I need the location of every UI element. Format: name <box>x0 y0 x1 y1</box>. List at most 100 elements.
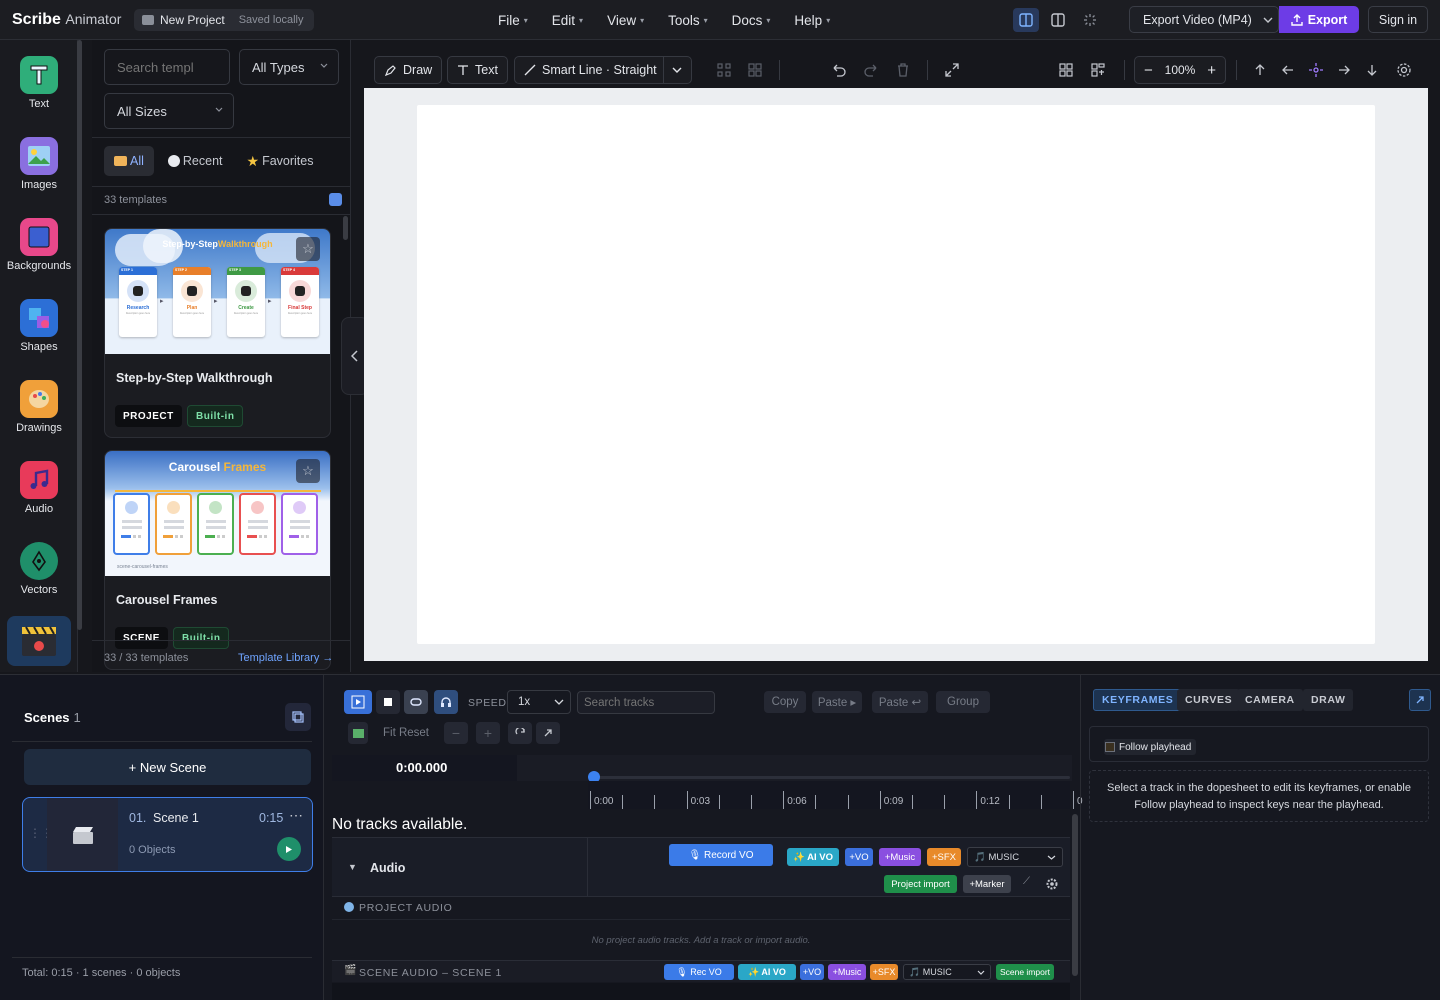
sign-in-button[interactable]: Sign in <box>1368 6 1428 33</box>
ai-vo-button[interactable]: ✨ AI VO <box>787 848 839 866</box>
speed-select[interactable]: 1x <box>507 690 571 714</box>
expand-timeline-button[interactable] <box>536 722 560 744</box>
layout-grid-icon[interactable] <box>1058 62 1074 78</box>
menu-view[interactable]: View ▾ <box>595 13 656 28</box>
rec-vo-button[interactable]: 🎙 Rec VO <box>664 964 734 980</box>
scene-music-select[interactable]: 🎵 MUSIC <box>903 964 991 980</box>
template-type-select[interactable]: All Types <box>239 49 339 85</box>
template-size-select[interactable]: All Sizes <box>104 93 234 129</box>
rail-item-scenes[interactable] <box>0 616 77 672</box>
group-button[interactable]: Group <box>936 691 990 713</box>
rail-item-audio[interactable]: Audio <box>0 461 77 515</box>
tab-all[interactable]: All <box>104 146 154 176</box>
rail-item-vectors[interactable]: Vectors <box>0 542 77 596</box>
text-tool-button[interactable]: Text <box>447 56 508 84</box>
arrow-right-icon[interactable] <box>1336 62 1352 78</box>
audio-monitor-button[interactable] <box>434 690 458 714</box>
paste-replace-button[interactable]: Paste ↩ <box>872 691 928 713</box>
menu-help[interactable]: Help ▾ <box>782 13 842 28</box>
follow-playhead-checkbox[interactable]: Follow playhead <box>1104 739 1197 755</box>
edit-icon[interactable]: ⟋ <box>1023 876 1030 887</box>
rail-item-images[interactable]: Images <box>0 137 77 191</box>
copy-button[interactable]: Copy <box>764 691 806 713</box>
zoom-in-button[interactable]: + <box>1207 62 1216 79</box>
tab-camera[interactable]: CAMERA <box>1237 689 1303 711</box>
stage-canvas[interactable] <box>417 105 1375 644</box>
duplicate-scene-button[interactable] <box>285 703 311 731</box>
add-marker-button[interactable]: +Marker <box>963 875 1011 893</box>
draw-tool-button[interactable]: Draw <box>374 56 443 84</box>
popout-button[interactable] <box>1409 689 1431 711</box>
scene-ai-vo-button[interactable]: ✨ AI VO <box>738 964 796 980</box>
scene-add-music-button[interactable]: +Music <box>828 964 866 980</box>
zoom-in-timeline-button[interactable]: + <box>476 722 500 744</box>
chevron-down-icon[interactable] <box>662 57 691 83</box>
undo-icon[interactable] <box>831 62 847 78</box>
rail-item-backgrounds[interactable]: Backgrounds <box>0 218 77 272</box>
music-track-select[interactable]: 🎵 MUSIC <box>967 847 1063 867</box>
tab-draw[interactable]: DRAW <box>1303 689 1354 711</box>
template-card[interactable]: Carousel Frames scene-carousel-frames ☆ … <box>104 450 331 670</box>
loop-button[interactable] <box>404 690 428 714</box>
arrow-left-icon[interactable] <box>1280 62 1296 78</box>
tab-recent[interactable]: Recent <box>158 146 233 176</box>
rail-scrollbar[interactable] <box>77 40 82 630</box>
play-scene-button[interactable] <box>277 837 301 861</box>
more-options-icon[interactable]: ⋯ <box>289 807 303 824</box>
scene-add-sfx-button[interactable]: +SFX <box>870 964 898 980</box>
thumbnail-toggle[interactable] <box>348 722 368 744</box>
layout-columns-button[interactable] <box>1045 8 1071 32</box>
distribute-icon[interactable] <box>1090 62 1106 78</box>
fullscreen-icon[interactable] <box>944 62 960 78</box>
zoom-out-button[interactable]: − <box>1144 62 1153 79</box>
play-button[interactable] <box>344 690 372 714</box>
template-card[interactable]: Step-by-StepWalkthrough STEP 1 Research De… <box>104 228 331 438</box>
search-tracks-input[interactable] <box>577 691 715 714</box>
add-music-button[interactable]: +Music <box>879 848 921 866</box>
add-sfx-button[interactable]: +SFX <box>927 848 961 866</box>
paste-button[interactable]: Paste ▸ <box>812 691 862 713</box>
arrow-up-icon[interactable] <box>1252 62 1268 78</box>
arrow-down-icon[interactable] <box>1364 62 1380 78</box>
project-import-button[interactable]: Project import <box>884 875 957 893</box>
refresh-icon[interactable] <box>329 193 342 206</box>
stop-button[interactable] <box>376 690 400 714</box>
template-library-link[interactable]: Template Library → <box>238 652 333 664</box>
grid-icon[interactable] <box>747 62 763 78</box>
rail-item-drawings[interactable]: Drawings <box>0 380 77 434</box>
align-icon[interactable] <box>716 62 732 78</box>
template-scrollbar[interactable] <box>343 216 348 240</box>
layout-split-button[interactable] <box>1013 8 1039 32</box>
timeline-scrollbar[interactable] <box>1072 814 1078 976</box>
trash-icon[interactable] <box>895 62 911 78</box>
collapse-triangle-icon[interactable]: ▼ <box>348 862 357 872</box>
settings-gear-icon[interactable] <box>1046 878 1058 890</box>
settings-gear-icon[interactable] <box>1396 62 1412 78</box>
favorite-button[interactable]: ☆ <box>296 459 320 483</box>
tab-favorites[interactable]: ★ Favorites <box>237 146 324 176</box>
record-vo-button[interactable]: 🎙 Record VO <box>669 844 773 866</box>
menu-edit[interactable]: Edit ▾ <box>540 13 595 28</box>
rail-item-text[interactable]: Text <box>0 56 77 110</box>
smart-line-tool-button[interactable]: Smart Line · Straight <box>514 56 692 84</box>
center-icon[interactable] <box>1308 62 1324 78</box>
rail-item-shapes[interactable]: Shapes <box>0 299 77 353</box>
project-name-button[interactable]: New Project Saved locally <box>134 9 314 31</box>
new-scene-button[interactable]: + New Scene <box>24 749 311 785</box>
favorite-button[interactable]: ☆ <box>296 237 320 261</box>
timeline-scrubber[interactable] <box>588 776 1070 779</box>
scene-add-vo-button[interactable]: +VO <box>800 964 824 980</box>
scene-import-button[interactable]: Scene import <box>996 964 1054 980</box>
template-search-input[interactable] <box>104 49 230 85</box>
add-vo-button[interactable]: +VO <box>845 848 873 866</box>
scene-card[interactable]: ⋮⋮ 01. Scene 1 0:15 ⋯ 0 Objects <box>22 797 313 872</box>
fit-reset-button[interactable]: Fit Reset <box>376 722 436 744</box>
menu-docs[interactable]: Docs ▾ <box>720 13 783 28</box>
export-format-select[interactable]: Export Video (MP4) <box>1129 6 1279 33</box>
zoom-out-timeline-button[interactable]: − <box>444 722 468 744</box>
focus-mode-button[interactable] <box>1077 8 1103 32</box>
reset-view-button[interactable] <box>508 722 532 744</box>
menu-tools[interactable]: Tools ▾ <box>656 13 720 28</box>
export-button[interactable]: Export <box>1279 6 1359 33</box>
redo-icon[interactable] <box>863 62 879 78</box>
